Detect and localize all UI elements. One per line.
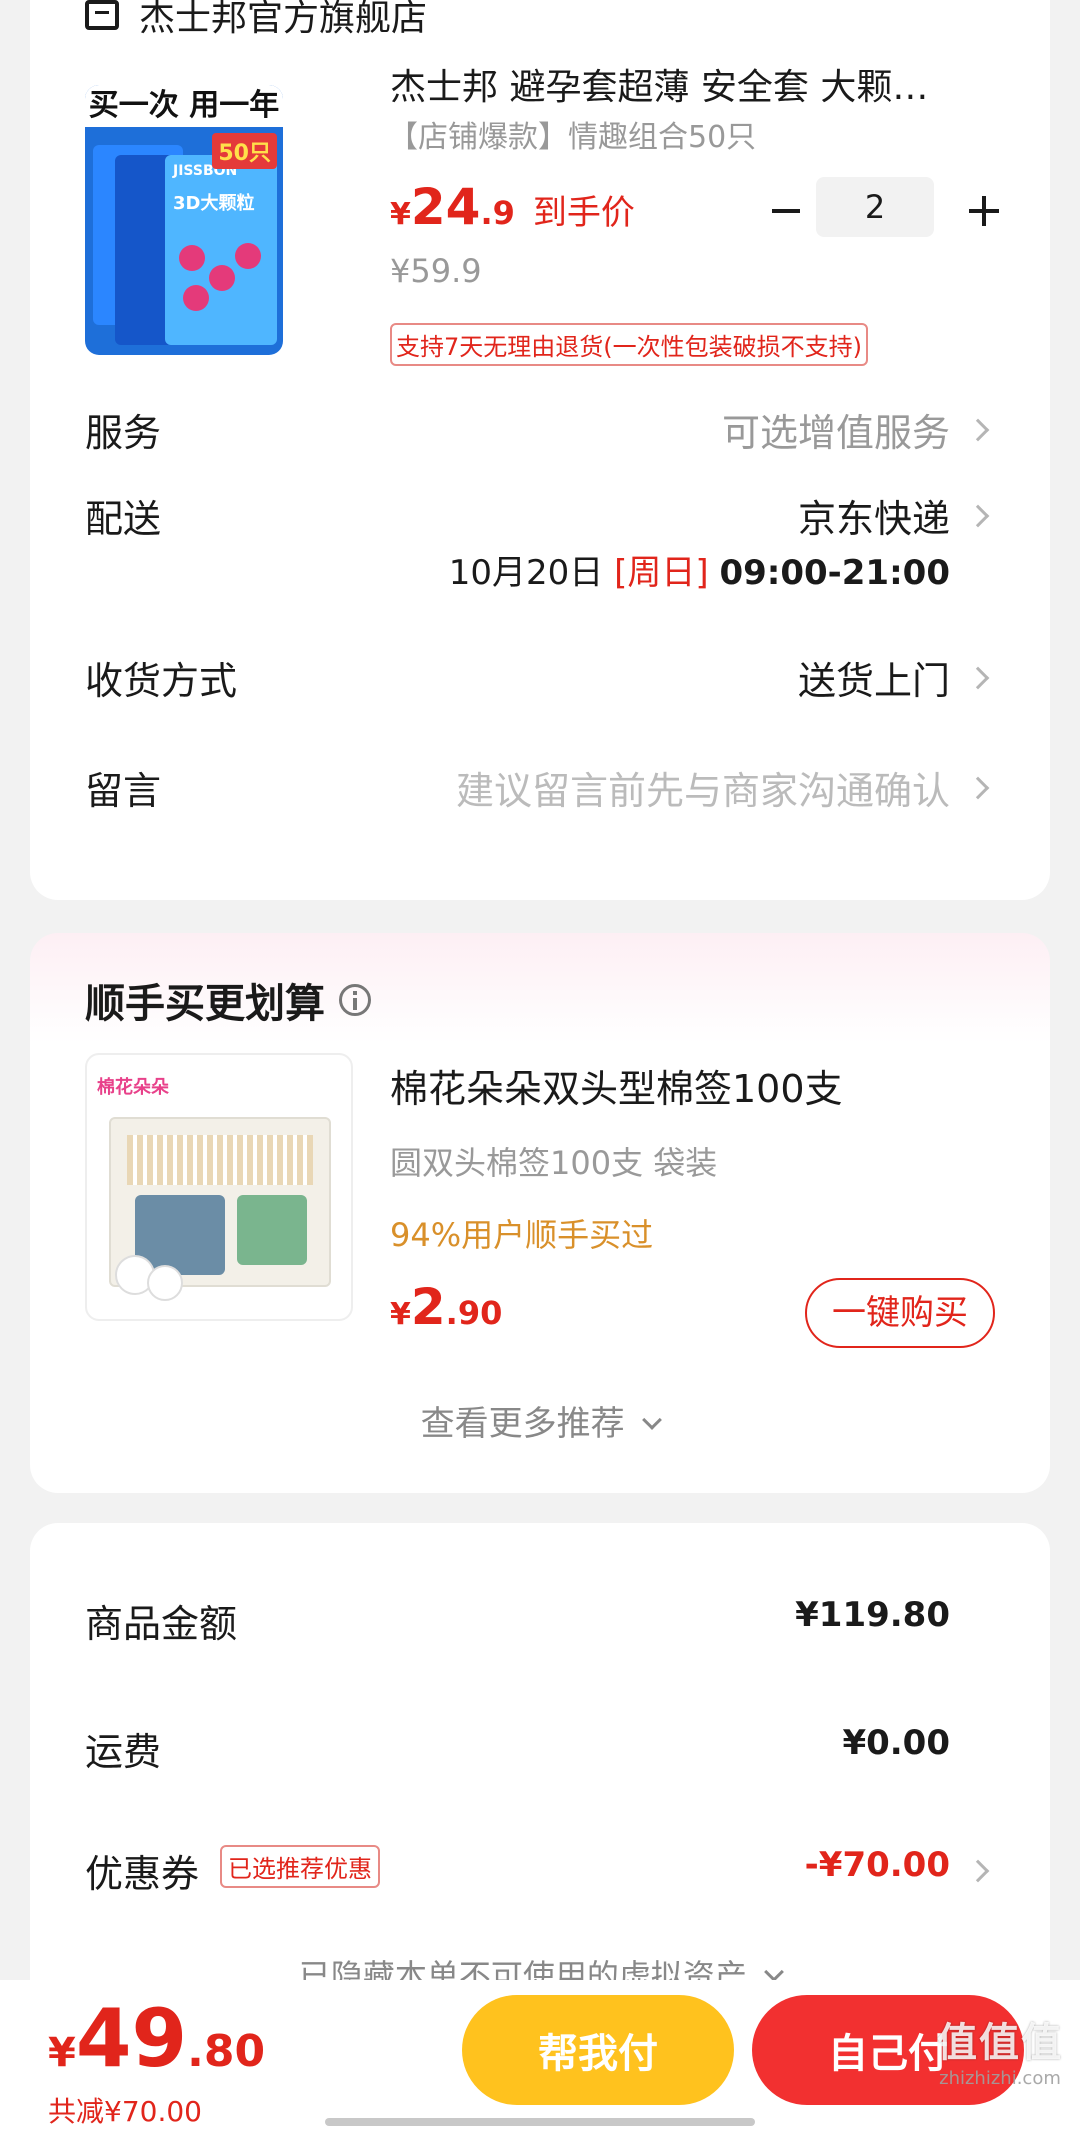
recommend-item-spec: 圆双头棉签100支 袋装 <box>390 1144 718 1182</box>
return-policy-badge: 支持7天无理由退货(一次性包装破损不支持) <box>390 323 868 366</box>
delivery-value[interactable]: 京东快递 <box>798 488 950 543</box>
help-pay-button[interactable]: 帮我付 <box>462 1995 734 2105</box>
store-header[interactable]: 杰士邦官方旗舰店 <box>85 0 427 40</box>
service-label: 服务 <box>85 411 162 455</box>
total-price: ¥ 49 .80 <box>48 1992 266 2085</box>
chevron-down-icon <box>642 1410 663 1430</box>
receive-method-value[interactable]: 送货上门 <box>798 650 950 705</box>
shipping-label: 运费 <box>85 1730 162 1774</box>
service-chevron-icon[interactable] <box>966 418 990 442</box>
product-spec[interactable]: 【店铺爆款】情趣组合50只 <box>388 112 756 156</box>
receive-method-label: 收货方式 <box>85 659 238 703</box>
message-label: 留言 <box>85 769 162 813</box>
checkout-bar: ¥ 49 .80 共减¥70.00 帮我付 自己付 值值值 zhizhizhi.… <box>0 1980 1080 2129</box>
recommend-item-title[interactable]: 棉花朵朵双头型棉签100支 <box>390 1058 843 1113</box>
shipping-value: ¥0.00 <box>842 1723 950 1763</box>
one-click-buy-button[interactable]: 一键购买 <box>805 1278 995 1348</box>
home-indicator <box>325 2118 755 2126</box>
coupon-label: 优惠券 <box>85 1852 200 1896</box>
coupon-chevron-icon[interactable] <box>966 1859 990 1883</box>
coupon-badge: 已选推荐优惠 <box>220 1845 380 1888</box>
chevron-down-icon <box>764 1962 784 1982</box>
total-discount: 共减¥70.00 <box>48 2095 202 2128</box>
goods-amount-label: 商品金额 <box>85 1602 238 1646</box>
service-value[interactable]: 可选增值服务 <box>722 402 950 457</box>
product-image[interactable]: 买一次 用一年 JISSBON 3D大颗粒 50只 <box>85 85 283 355</box>
delivery-chevron-icon[interactable] <box>966 504 990 528</box>
delivery-schedule[interactable]: 10月20日 [周日] 09:00-21:00 <box>449 545 950 594</box>
recommend-title: 顺手买更划算 <box>85 971 371 1029</box>
info-icon[interactable] <box>339 984 371 1016</box>
recommend-card: 顺手买更划算 棉花朵朵 棉花朵朵双头型棉签100支 圆双头棉签100支 袋装 9… <box>30 933 1050 1493</box>
quantity-minus-button[interactable] <box>760 186 810 236</box>
store-name: 杰士邦官方旗舰店 <box>139 0 428 39</box>
product-title[interactable]: 杰士邦 避孕套超薄 安全套 大颗… <box>390 58 1010 110</box>
see-more-recommend-link[interactable]: 查看更多推荐 <box>30 1396 1050 1445</box>
product-image-banner: 买一次 用一年 <box>85 85 283 127</box>
order-card: 杰士邦官方旗舰店 买一次 用一年 JISSBON 3D大颗粒 50只 杰士邦 避… <box>30 0 1050 900</box>
receive-chevron-icon[interactable] <box>966 666 990 690</box>
watermark-logo: 值值值 zhizhizhi.com <box>937 2020 1063 2089</box>
message-chevron-icon[interactable] <box>966 776 990 800</box>
recommend-item-hint: 94%用户顺手买过 <box>390 1216 654 1254</box>
original-price: ¥59.9 <box>390 252 482 290</box>
recommend-item-image[interactable]: 棉花朵朵 <box>85 1053 353 1321</box>
quantity-input[interactable]: 2 <box>816 177 934 237</box>
recommend-item-price: ¥ 2 .90 <box>390 1278 503 1336</box>
store-icon <box>85 0 119 30</box>
coupon-value[interactable]: -¥70.00 <box>805 1845 950 1885</box>
quantity-plus-button[interactable] <box>958 186 1008 236</box>
product-price: ¥ 24 .9 到手价 <box>390 178 635 236</box>
goods-amount-value: ¥119.80 <box>795 1595 950 1635</box>
message-input[interactable]: 建议留言前先与商家沟通确认 <box>456 760 950 815</box>
delivery-label: 配送 <box>85 497 162 541</box>
